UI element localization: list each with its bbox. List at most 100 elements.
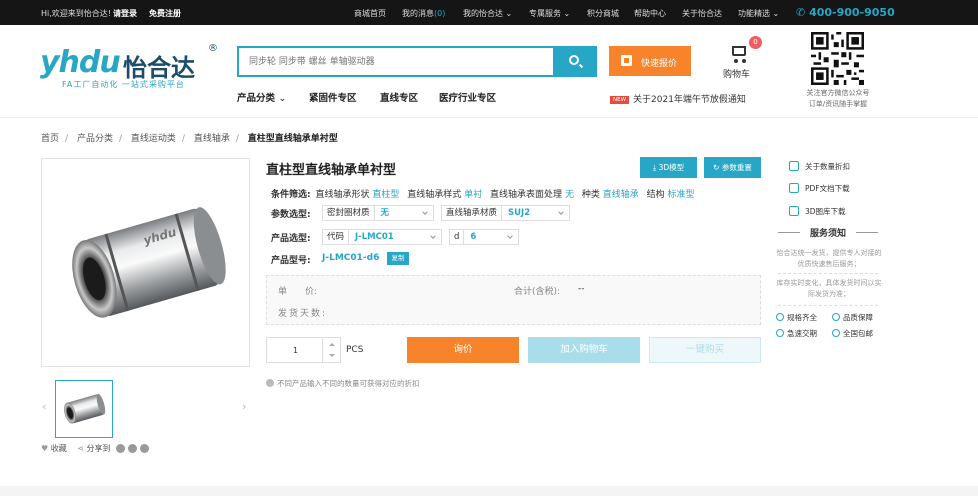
- search-icon: [569, 55, 579, 65]
- collect-button[interactable]: ♥ 收藏: [41, 444, 67, 453]
- chevron-down-icon: ⌄: [505, 9, 513, 18]
- top-menu-points[interactable]: 积分商城: [587, 8, 619, 19]
- code-select[interactable]: 代码 J-LMC01: [322, 229, 442, 245]
- chevron-down-icon: ⌄: [278, 93, 287, 104]
- total-label: 合计(含税):: [514, 287, 561, 297]
- nav-product-categories[interactable]: 产品分类 ⌄: [237, 90, 286, 104]
- part-number: J-LMC01-d6: [322, 253, 380, 263]
- product-main-image[interactable]: yhdu: [41, 158, 250, 367]
- top-menu-my-account[interactable]: 我的怡合达 ⌄: [463, 8, 512, 19]
- feature-fast-delivery: 急速交期: [776, 328, 817, 339]
- condition-value[interactable]: 单衬: [464, 190, 482, 200]
- linear-bearing-image: yhdu: [72, 207, 226, 318]
- sidebar-link-pdf[interactable]: PDF文档下载: [789, 183, 850, 194]
- condition-value[interactable]: 标准型: [668, 190, 695, 200]
- discount-icon: [789, 161, 799, 171]
- share-bar: ♥ 收藏 ⋖ 分享到: [41, 443, 150, 454]
- discount-hint: 不同产品输入不同的数量可获得对应的折扣: [266, 378, 420, 389]
- notice-link[interactable]: NEW 关于2021年端午节放假通知: [610, 92, 746, 105]
- condition-value[interactable]: 直柱型: [372, 190, 399, 200]
- quantity-arrows[interactable]: [322, 338, 341, 362]
- top-menu-help[interactable]: 帮助中心: [634, 8, 666, 19]
- breadcrumb-home[interactable]: 首页: [41, 134, 59, 144]
- bearing-material-select[interactable]: 直线轴承材质 SUJ2: [441, 205, 570, 221]
- login-link[interactable]: 请登录: [113, 9, 137, 18]
- top-menu-features[interactable]: 功能精选 ⌄: [738, 8, 779, 19]
- specs-icon: [776, 313, 784, 321]
- search-input[interactable]: [239, 48, 553, 75]
- nav-linear[interactable]: 直线专区: [380, 90, 418, 104]
- phone-icon: ✆: [796, 6, 806, 19]
- part-number-label: 产品型号:: [271, 256, 311, 266]
- chevron-down-icon: [558, 209, 564, 215]
- download-icon: ⤓: [652, 163, 657, 172]
- reset-params-button[interactable]: ↻ 参数重置: [704, 157, 761, 178]
- breadcrumb: 首页 / 产品分类 / 直线运动类 / 直线轴承 / 直柱型直线轴承单衬型: [41, 134, 338, 144]
- thumbnail-image: [64, 393, 106, 424]
- nav-fasteners[interactable]: 紧固件专区: [309, 90, 357, 104]
- share-label: ⋖ 分享到: [77, 444, 111, 453]
- condition-value[interactable]: 直线轴承: [603, 190, 639, 200]
- cart-button[interactable]: 0 购物车: [720, 36, 762, 80]
- search-button[interactable]: [553, 46, 597, 77]
- breadcrumb-categories[interactable]: 产品分类: [77, 134, 113, 144]
- thumb-prev-arrow[interactable]: ‹: [42, 400, 46, 413]
- logo-slogan: FA工厂自动化 一站式采购平台: [62, 80, 185, 89]
- add-to-cart-button[interactable]: 加入购物车: [528, 337, 640, 363]
- inquiry-button[interactable]: 询价: [407, 337, 519, 363]
- info-icon: [266, 379, 274, 387]
- breadcrumb-current: 直柱型直线轴承单衬型: [247, 134, 338, 144]
- chevron-down-icon: ⌄: [772, 9, 780, 18]
- 3d-model-button[interactable]: ⤓ 3D模型: [640, 157, 697, 178]
- ship-days-label: 发货天数:: [278, 309, 328, 319]
- product-title: 直柱型直线轴承单衬型: [266, 163, 397, 178]
- sidebar-link-3d[interactable]: 3D图库下载: [789, 206, 846, 217]
- sidebar-link-discount[interactable]: 关于数量折扣: [789, 161, 850, 172]
- pdf-icon: [789, 183, 799, 193]
- weibo-share-icon[interactable]: [140, 444, 150, 453]
- quick-quote-button[interactable]: 快速报价: [609, 46, 691, 76]
- logo-name: 怡合达: [123, 54, 195, 82]
- feature-full-specs: 规格齐全: [776, 312, 817, 323]
- diameter-select[interactable]: d6: [449, 229, 519, 245]
- top-menu-messages[interactable]: 我的消息(0): [402, 8, 445, 19]
- heart-icon: ♥: [41, 444, 49, 453]
- thumb-next-arrow[interactable]: ›: [242, 400, 246, 413]
- quote-icon: [621, 55, 632, 66]
- quantity-stepper[interactable]: 1: [266, 337, 341, 363]
- top-menu-service[interactable]: 专属服务 ⌄: [529, 8, 570, 19]
- wechat-share-icon[interactable]: [116, 444, 126, 453]
- header-divider: [0, 117, 978, 118]
- cart-icon: [732, 46, 746, 56]
- top-bar: Hi,欢迎来到怡合达! 请登录 免费注册 商城首页 我的消息(0) 我的怡合达 ⌄ …: [0, 0, 978, 25]
- register-link[interactable]: 免费注册: [149, 9, 181, 18]
- breadcrumb-linear-bearing[interactable]: 直线轴承: [194, 134, 230, 144]
- price-box: 单 价: 合计(含税): -- 发货天数:: [266, 275, 761, 325]
- share-icon: ⋖: [77, 444, 84, 453]
- logo-mark: yhdu: [40, 45, 121, 80]
- search-box: [237, 46, 553, 77]
- product-thumbnail[interactable]: [55, 380, 113, 438]
- condition-value[interactable]: 无: [565, 190, 574, 200]
- quantity-unit: PCS: [346, 345, 364, 355]
- top-menu-home[interactable]: 商城首页: [354, 8, 386, 19]
- top-menu-about[interactable]: 关于怡合达: [682, 8, 722, 19]
- feature-quality: 品质保障: [832, 312, 873, 323]
- qq-share-icon[interactable]: [128, 444, 138, 453]
- nav-medical[interactable]: 医疗行业专区: [439, 90, 496, 104]
- site-logo[interactable]: yhdu 怡合达 ® FA工厂自动化 一站式采购平台: [40, 43, 218, 89]
- model-label: 产品选型:: [271, 234, 311, 244]
- unit-price-label: 单 价:: [278, 287, 318, 297]
- 3d-icon: [789, 206, 799, 216]
- total-value: --: [578, 284, 585, 294]
- seal-material-select[interactable]: 密封圈材质无: [322, 205, 434, 221]
- cart-label: 购物车: [723, 70, 751, 80]
- quantity-value[interactable]: 1: [293, 346, 298, 355]
- welcome-text: Hi,欢迎来到怡合达!: [41, 9, 111, 18]
- reset-icon: ↻: [713, 163, 720, 172]
- chevron-down-icon: [430, 233, 436, 239]
- hotline: ✆ 400-900-9050: [796, 6, 895, 19]
- breadcrumb-linear-motion[interactable]: 直线运动类: [131, 134, 176, 144]
- copy-button[interactable]: 复制: [387, 252, 409, 265]
- buy-now-button[interactable]: 一键购买: [649, 337, 761, 363]
